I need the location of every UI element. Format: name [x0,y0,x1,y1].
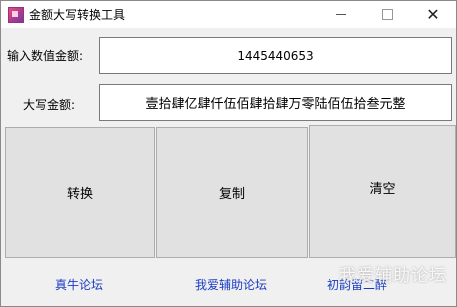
copy-button-label: 复制 [218,187,245,202]
link-52fuzhu-forum[interactable]: 我爱辅助论坛 [195,276,267,293]
convert-button-label: 转换 [66,187,93,202]
convert-button[interactable]: 转换 [5,127,155,258]
amount-input[interactable]: 1445440653 [99,37,452,74]
app-icon [8,7,24,23]
window-title: 金额大写转换工具 [29,8,126,22]
close-icon: ✕ [426,4,440,24]
uppercase-amount-label: 大写金额: [23,98,76,112]
watermark: 我爱辅助论坛 [339,266,447,286]
minimize-icon [336,14,346,15]
copy-button[interactable]: 复制 [156,127,308,258]
minimize-button[interactable] [318,1,364,28]
link-zhenniu-forum[interactable]: 真牛论坛 [55,276,103,293]
close-button[interactable]: ✕ [410,1,456,28]
app-window: 金额大写转换工具 ✕ 输入数值金额: 1445440653 大写金额: 壹拾肆亿… [0,0,457,307]
maximize-button[interactable] [364,1,410,28]
title-bar[interactable]: 金额大写转换工具 ✕ [1,1,456,28]
clear-button[interactable]: 清空 [309,125,456,258]
uppercase-amount-output[interactable]: 壹拾肆亿肆仟伍佰肆拾肆万零陆佰伍拾叁元整 [99,84,452,121]
maximize-icon [381,9,393,20]
input-amount-label: 输入数值金额: [7,49,84,63]
clear-button-label: 清空 [369,182,396,197]
